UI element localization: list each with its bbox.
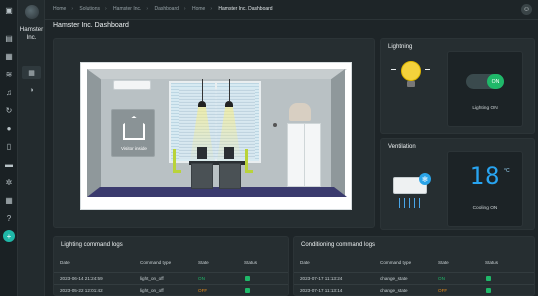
column-header[interactable]: Status [485,260,498,265]
log-state: ON [198,276,205,281]
home-person-icon [123,116,145,140]
column-header[interactable]: State [198,260,209,265]
folder-icon[interactable]: ▬ [3,158,15,170]
lighting-status: Lighting ON [472,106,498,111]
breadcrumb-item[interactable]: Home [53,6,66,12]
add-plus-icon[interactable]: + [3,230,15,242]
bell-icon[interactable]: ♫ [3,86,15,98]
log-command-type: change_state [380,288,408,293]
log-command-type: light_on_off [140,276,164,281]
secondary-sidebar: Hamster Inc. ▦ ◑ [18,0,45,296]
desk-cabinet [191,163,213,189]
user-avatar-icon[interactable]: ☺ [521,4,532,15]
log-state: OFF [438,288,448,293]
table-row[interactable]: 2023-07-17 11:13:14 change_state OFF [294,284,534,296]
breadcrumb: Home › Solutions › Hamster Inc. › Dashboard… [53,6,273,12]
room-illustration: Visitor inside [80,62,352,210]
apps-icon[interactable]: ▦ [3,50,15,62]
lightbulb-icon [401,61,421,81]
palette-icon[interactable]: ◑ [22,84,41,97]
help-icon[interactable]: ? [3,212,15,224]
wardrobe [287,123,321,187]
status-check-icon [245,276,250,282]
refresh-icon[interactable]: ↻ [3,104,15,116]
conditioning-logs-title: Conditioning command logs [301,242,376,248]
log-date: 2023-07-17 11:13:14 [300,288,343,293]
page-title: Hamster Inc. Dashboard [53,22,129,29]
snowflake-icon: ❄ [419,173,431,185]
status-check-icon [486,276,491,282]
visitor-indicator: Visitor inside [111,109,155,157]
ventilation-control: 18 °C Cooling ON [447,151,523,227]
table-header-row: Date Command type State Status [54,257,288,269]
devices-icon[interactable]: ▯ [3,140,15,152]
breadcrumb-item[interactable]: Hamster Inc. [113,6,141,12]
air-conditioner [113,80,151,90]
icon-rail: ▣ ▤ ▦ ≋ ♫ ↻ ● ▯ ▬ ✲ ▦ ? + [0,0,18,296]
log-date: 2023-07-17 11:13:24 [300,276,343,281]
dashboard-icon[interactable]: ▤ [3,32,15,44]
dashboard-icon[interactable]: ▦ [22,66,41,79]
log-date: 2023-06-14 21:24:59 [60,276,103,281]
signal-icon[interactable]: ≋ [3,68,15,80]
ceiling-lamp [202,79,203,101]
ventilation-title: Ventilation [388,144,416,150]
tenant-name: Hamster Inc. [19,26,44,41]
table-header-row: Date Command type State Status [294,257,534,269]
column-header[interactable]: Command type [380,260,411,265]
ventilation-status: Cooling ON [472,206,498,211]
temperature-readout: 18 [469,162,501,190]
grid-icon[interactable]: ▦ [3,194,15,206]
lighting-card: Lightning ON Lighting ON [380,38,535,134]
lighting-title: Lightning [388,44,413,50]
table-row[interactable]: 2023-06-14 21:24:59 light_on_off ON [54,272,288,284]
status-check-icon [245,288,250,294]
log-date: 2023-05-22 12:01:42 [60,288,103,293]
column-header[interactable]: Status [244,260,257,265]
column-header[interactable]: Date [60,260,70,265]
wall-clock [273,123,277,127]
log-state: OFF [198,288,208,293]
status-check-icon [486,288,491,294]
chair [173,149,181,173]
table-row[interactable]: 2023-07-17 11:13:24 change_state ON [294,272,534,284]
lighting-control: ON Lighting ON [447,51,523,127]
air-conditioner-icon: ❄ [393,173,431,194]
column-header[interactable]: State [438,260,449,265]
plant-decor [289,103,311,121]
log-command-type: change_state [380,276,408,281]
column-header[interactable]: Command type [140,260,171,265]
lighting-logs-title: Lighting command logs [61,242,123,248]
person-icon[interactable]: ● [3,122,15,134]
desk-cabinet [219,163,241,189]
log-state: ON [438,276,445,281]
breadcrumb-item[interactable]: Dashboard [154,6,178,12]
toggle-knob: ON [487,74,504,89]
tenant-logo [25,5,39,19]
conditioning-logs-table: Conditioning command logs Date Command t… [293,236,535,296]
lighting-logs-table: Lighting command logs Date Command type … [53,236,289,296]
top-bar: Home › Solutions › Hamster Inc. › Dashboard… [45,0,538,20]
breadcrumb-current: Hamster Inc. Dashboard [218,6,273,12]
visitor-label: Visitor inside [121,146,147,151]
lighting-toggle[interactable]: ON [466,74,504,89]
menu-toggle-icon[interactable]: ▣ [3,4,15,16]
chair [245,149,253,173]
log-command-type: light_on_off [140,288,164,293]
breadcrumb-item[interactable]: Solutions [79,6,100,12]
table-row[interactable]: 2023-05-22 12:01:42 light_on_off OFF [54,284,288,296]
column-header[interactable]: Date [300,260,310,265]
breadcrumb-item[interactable]: Home [192,6,205,12]
ceiling-lamp [229,79,230,101]
gear-icon[interactable]: ✲ [3,176,15,188]
temperature-unit: °C [504,168,510,174]
